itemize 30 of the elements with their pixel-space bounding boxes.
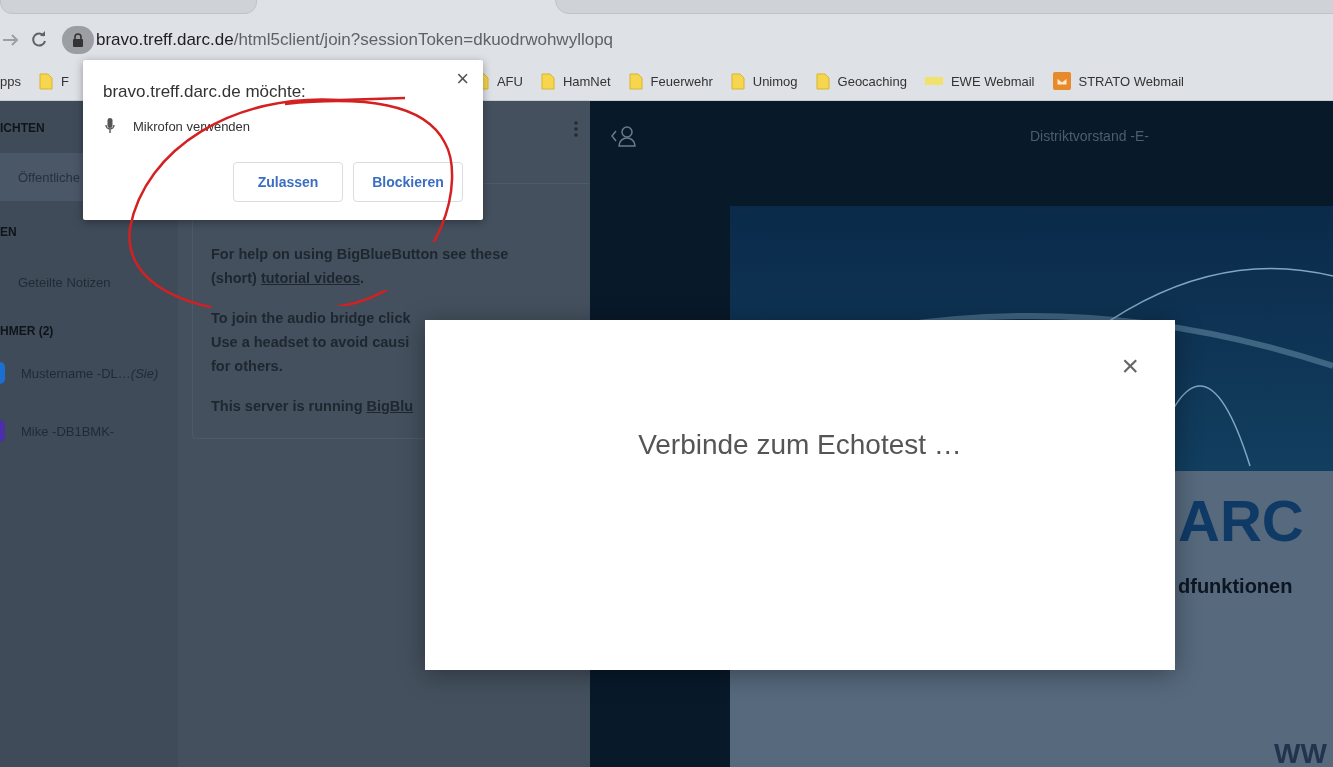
user-toggle-icon[interactable] — [610, 125, 638, 147]
bookmark-item[interactable]: F — [38, 72, 69, 90]
permission-button[interactable]: Blockieren — [353, 162, 463, 202]
bookmark-item[interactable]: pps — [0, 73, 21, 89]
folder-icon — [815, 72, 830, 90]
popup-title: bravo.treff.darc.de möchte: — [103, 82, 306, 102]
slide-heading: ARC — [1178, 487, 1305, 555]
envelope-icon — [1052, 72, 1071, 90]
bookmark-item[interactable]: Feuerwehr — [628, 72, 713, 90]
bookmark-item[interactable]: Unimog — [730, 72, 798, 90]
bookmark-item[interactable]: STRATO Webmail — [1052, 72, 1184, 90]
folder-icon — [628, 72, 643, 90]
permission-button[interactable]: Zulassen — [233, 162, 343, 202]
presentation-title: Distriktvorstand -E- — [1030, 128, 1150, 144]
folder-icon — [730, 72, 745, 90]
slide-subtitle: dfunktionen — [1178, 575, 1294, 598]
folder-icon — [540, 72, 555, 90]
microphone-icon — [105, 118, 115, 134]
modal-message: Verbinde zum Echotest … — [638, 429, 962, 461]
bookmark-item[interactable]: HamNet — [540, 72, 611, 90]
menu-icon[interactable] — [574, 121, 578, 137]
bookmark-item[interactable]: EWE Webmail — [924, 73, 1035, 89]
reload-icon[interactable] — [30, 31, 48, 49]
lock-icon[interactable] — [62, 26, 94, 54]
bookmark-item[interactable]: Geocaching — [815, 72, 907, 90]
close-button[interactable]: × — [452, 66, 473, 92]
url-text[interactable]: bravo.treff.darc.de/html5client/join?sessionToken=dkuodrwohwyllopq — [96, 30, 614, 50]
folder-icon — [38, 72, 53, 90]
close-button[interactable]: × — [1117, 350, 1143, 382]
logo-icon — [924, 77, 943, 85]
